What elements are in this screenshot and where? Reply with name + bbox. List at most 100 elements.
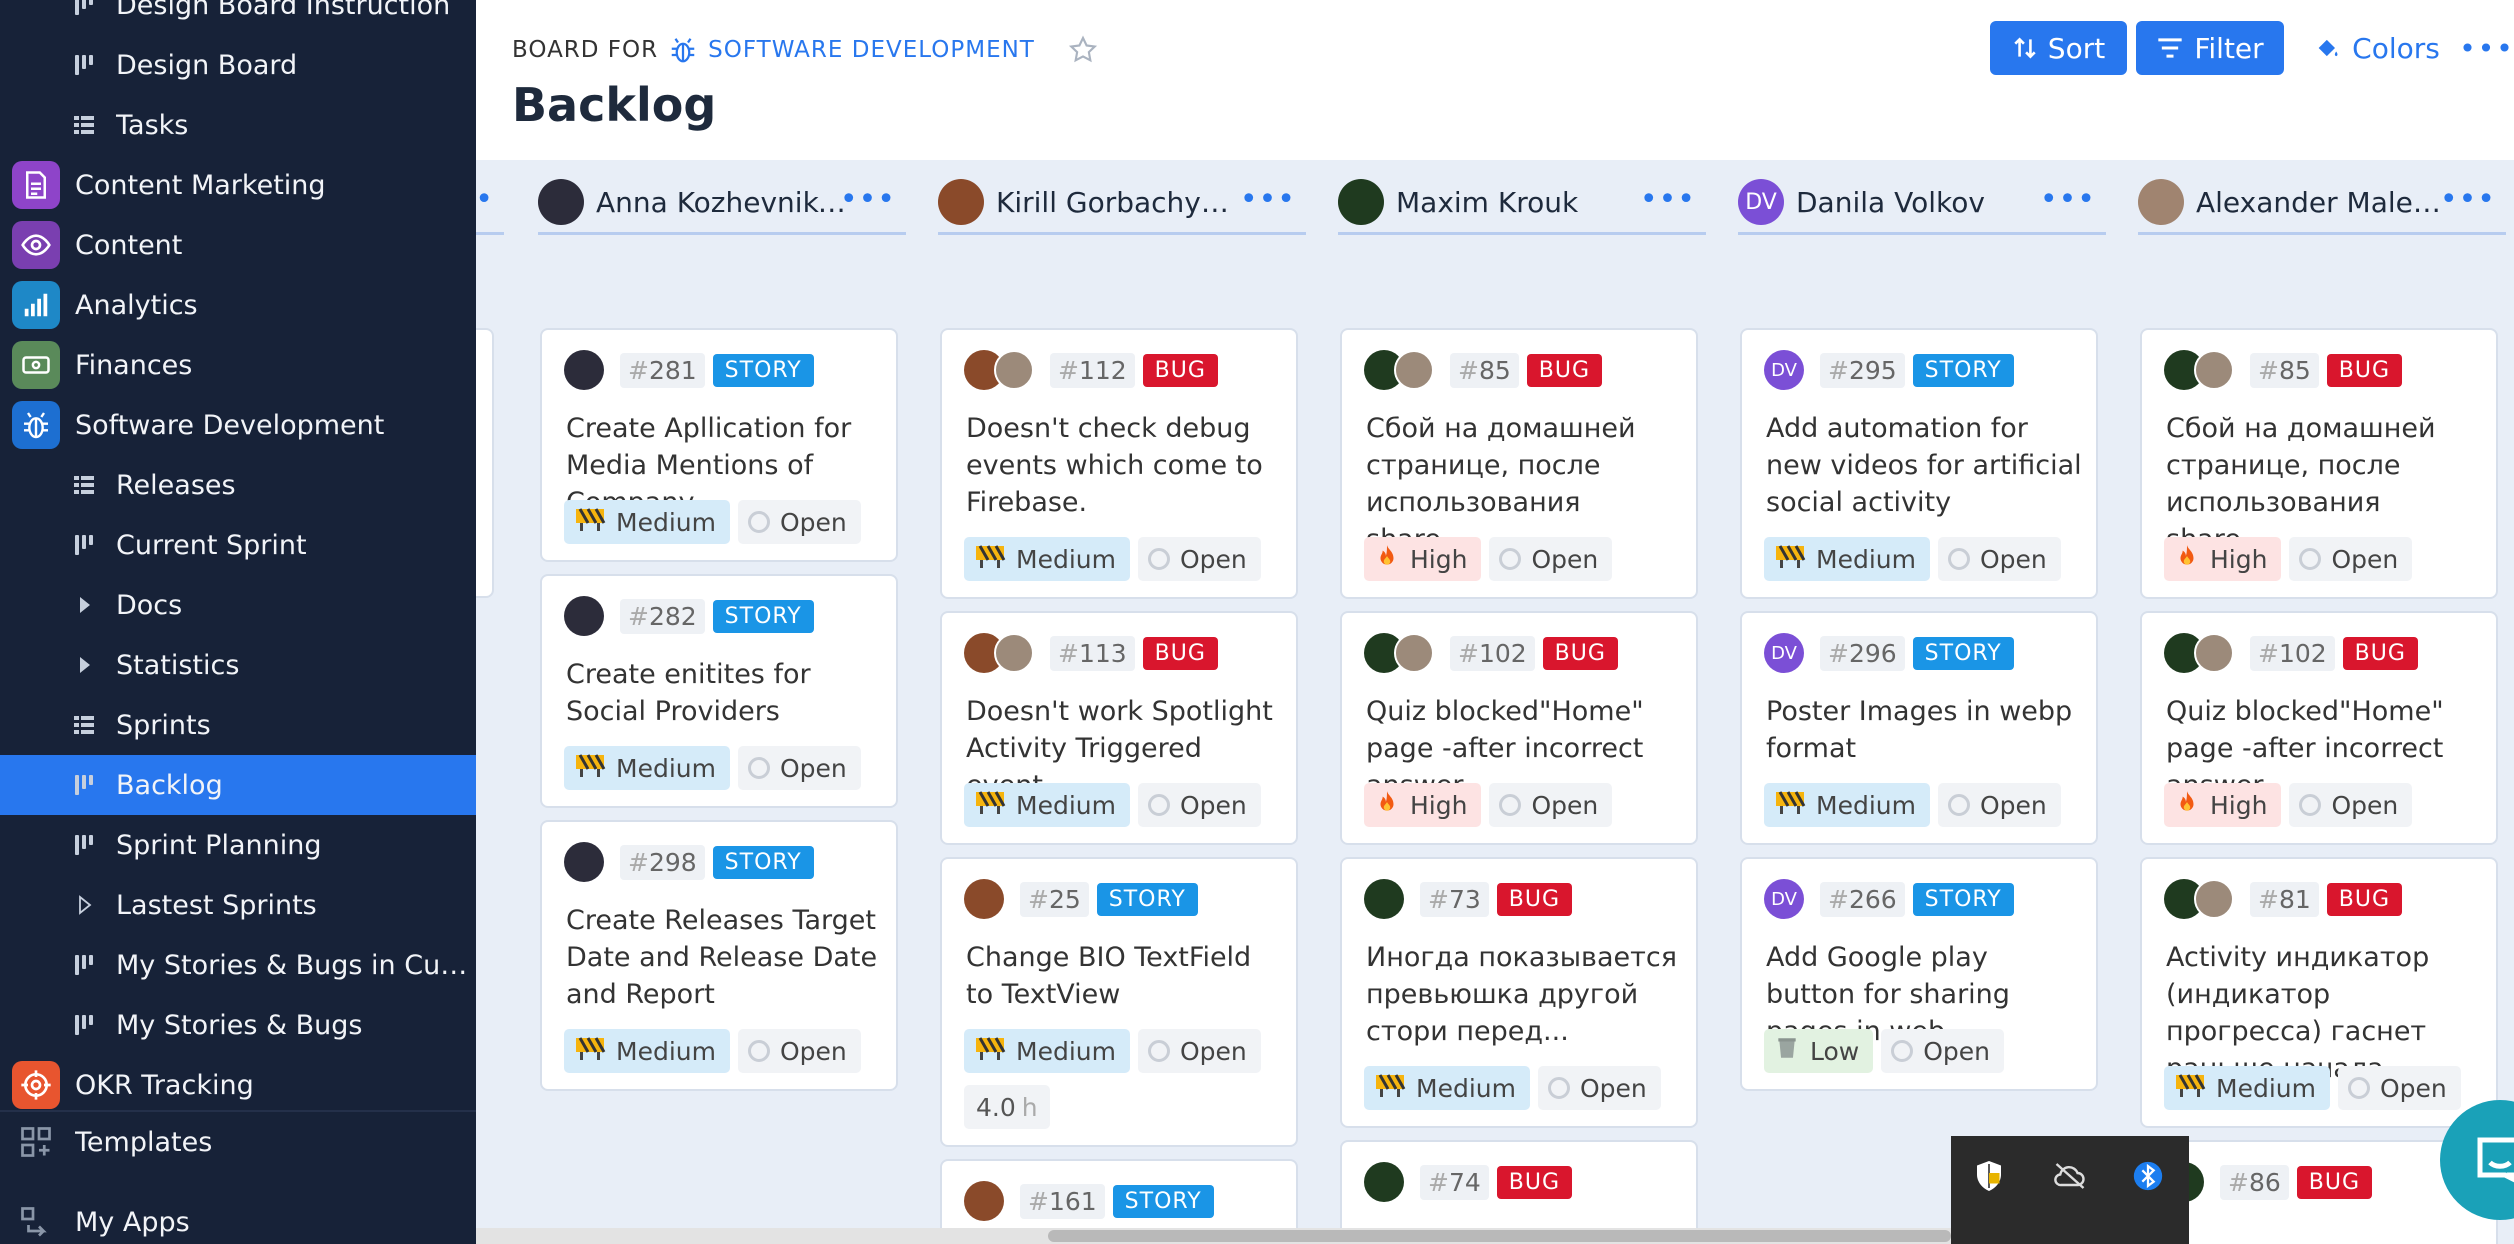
priority-chip[interactable]: High	[1364, 783, 1482, 827]
status-label: Open	[1531, 790, 1599, 820]
column-more-button[interactable]: •••	[2040, 182, 2096, 217]
sidebar-item-releases[interactable]: Releases	[0, 455, 476, 515]
priority-chip[interactable]: Medium	[1764, 783, 1930, 827]
sidebar-item-my-apps[interactable]: My Apps	[0, 1192, 476, 1244]
status-chip[interactable]: Open	[2289, 783, 2413, 827]
sidebar-item-software-development[interactable]: Software Development	[0, 395, 476, 455]
status-chip[interactable]: Open	[1137, 783, 1261, 827]
card[interactable]: DV #296 STORY Poster Images in webp format M…	[1740, 611, 2098, 845]
star-icon[interactable]	[1067, 34, 1099, 66]
card[interactable]: #102 BUG Quiz blocked"Home" page -after in…	[2140, 611, 2498, 845]
column-more-button[interactable]: •••	[1240, 182, 1296, 217]
priority-chip[interactable]: High	[2164, 783, 2282, 827]
card[interactable]: #298 STORY Create Releases Target Date and…	[540, 820, 898, 1091]
colors-button[interactable]: Colors	[2302, 21, 2452, 75]
hash-symbol: #	[1458, 638, 1479, 668]
status-chip[interactable]: Open	[1489, 783, 1613, 827]
priority-chip[interactable]: Medium	[564, 746, 730, 790]
status-label: Open	[1531, 544, 1599, 574]
filter-button[interactable]: Filter	[2136, 21, 2284, 75]
sidebar-item-design-board[interactable]: Design Board	[0, 35, 476, 95]
column-more-button[interactable]: •••	[840, 182, 896, 217]
priority-chip[interactable]: Medium	[1364, 1066, 1530, 1110]
card[interactable]: #73 BUG Иногда показывается превьюшка друг…	[1340, 857, 1698, 1128]
sidebar-item-sprint-planning[interactable]: Sprint Planning	[0, 815, 476, 875]
sidebar-item-content[interactable]: Content	[0, 215, 476, 275]
status-chip[interactable]: Open	[737, 746, 861, 790]
status-chip[interactable]: Open	[1881, 1029, 2005, 1073]
card-chips: Medium Open	[564, 746, 861, 790]
priority-chip[interactable]: Medium	[564, 1029, 730, 1073]
status-chip[interactable]: Open	[1489, 537, 1613, 581]
column-more-button[interactable]: •••	[2440, 182, 2496, 217]
priority-chip[interactable]: Medium	[564, 500, 730, 544]
status-chip[interactable]: Open	[1937, 783, 2061, 827]
card[interactable]: #281 STORY Create Apllication for Media Me…	[540, 328, 898, 562]
card[interactable]: #282 STORY Create enitites for Social Prov…	[540, 574, 898, 808]
priority-chip[interactable]: Medium	[964, 783, 1130, 827]
sidebar-item-backlog[interactable]: Backlog	[0, 755, 476, 815]
card-partial[interactable]	[476, 328, 494, 598]
project-link[interactable]: SOFTWARE DEVELOPMENT	[708, 37, 1035, 63]
more-options-button[interactable]: •••	[2459, 21, 2513, 75]
status-chip[interactable]: Open	[1137, 537, 1261, 581]
sidebar-item-tasks[interactable]: Tasks	[0, 95, 476, 155]
bluetooth-icon[interactable]	[2131, 1158, 2165, 1194]
card-title[interactable]: Create enitites for Social Providers	[566, 656, 882, 730]
priority-chip[interactable]: Low	[1764, 1029, 1874, 1073]
sidebar-item-my-stories-bugs[interactable]: My Stories & Bugs	[0, 995, 476, 1055]
priority-chip[interactable]: Medium	[964, 537, 1130, 581]
sidebar-item-label: Statistics	[116, 649, 240, 681]
card[interactable]: #85 BUG Сбой на домашней странице, после и…	[1340, 328, 1698, 599]
card-title[interactable]: Poster Images in webp format	[1766, 693, 2082, 767]
status-chip[interactable]: Open	[1937, 537, 2061, 581]
shield-icon[interactable]	[1971, 1158, 2007, 1194]
priority-chip[interactable]: Medium	[1764, 537, 1930, 581]
sidebar-item-lastest-sprints[interactable]: Lastest Sprints	[0, 875, 476, 935]
card-title[interactable]: Сбой на домашней странице, после использ…	[1366, 410, 1682, 558]
card[interactable]: DV #266 STORY Add Google play button for sh…	[1740, 857, 2098, 1091]
card[interactable]: #102 BUG Quiz blocked"Home" page -after in…	[1340, 611, 1698, 845]
priority-chip[interactable]: Medium	[964, 1029, 1130, 1073]
sidebar-item-analytics[interactable]: Analytics	[0, 275, 476, 335]
status-chip[interactable]: Open	[1137, 1029, 1261, 1073]
sort-button[interactable]: Sort	[1990, 21, 2127, 75]
sidebar-item-design-board-instruction[interactable]: Design Board Instruction	[0, 0, 476, 35]
card[interactable]: #113 BUG Doesn't work Spotlight Activity T…	[940, 611, 1298, 845]
sidebar-item-content-marketing[interactable]: Content Marketing	[0, 155, 476, 215]
scrollbar-thumb[interactable]	[1048, 1230, 1951, 1242]
status-chip[interactable]: Open	[2289, 537, 2413, 581]
sidebar-item-sprints[interactable]: Sprints	[0, 695, 476, 755]
sidebar-item-docs[interactable]: Docs	[0, 575, 476, 635]
card[interactable]: #112 BUG Doesn't check debug events which …	[940, 328, 1298, 599]
status-chip[interactable]: Open	[737, 500, 861, 544]
card-title[interactable]: Add automation for new videos for artifi…	[1766, 410, 2082, 521]
card-title[interactable]: Change BIO TextField to TextView	[966, 939, 1282, 1013]
priority-chip[interactable]: High	[1364, 537, 1482, 581]
sidebar-item-finances[interactable]: Finances	[0, 335, 476, 395]
sidebar-item-label: OKR Tracking	[75, 1069, 254, 1101]
priority-chip[interactable]: Medium	[2164, 1066, 2330, 1110]
status-chip[interactable]: Open	[1537, 1066, 1661, 1110]
sidebar-item-my-stories-bugs-in-curre[interactable]: My Stories & Bugs in Curre...	[0, 935, 476, 995]
sidebar-item-current-sprint[interactable]: Current Sprint	[0, 515, 476, 575]
card-title[interactable]: Сбой на домашней странице, после использ…	[2166, 410, 2482, 558]
card[interactable]: #85 BUG Сбой на домашней странице, после и…	[2140, 328, 2498, 599]
sidebar-item-okr-tracking[interactable]: OKR Tracking	[0, 1055, 476, 1115]
sidebar-item-statistics[interactable]: Statistics	[0, 635, 476, 695]
status-chip[interactable]: Open	[2337, 1066, 2461, 1110]
sidebar-item-templates[interactable]: Templates	[0, 1112, 476, 1172]
column-more-button[interactable]: •••	[1640, 182, 1696, 217]
cloud-off-icon[interactable]	[2051, 1158, 2089, 1194]
column-more-button[interactable]: •••	[476, 182, 494, 217]
priority-chip[interactable]: High	[2164, 537, 2282, 581]
card[interactable]: #25 STORY Change BIO TextField to TextView…	[940, 857, 1298, 1147]
card[interactable]: #81 BUG Activity индикатор (индикатор прог…	[2140, 857, 2498, 1128]
card[interactable]: DV #295 STORY Add automation for new videos…	[1740, 328, 2098, 599]
card-title[interactable]: Create Releases Target Date and Release …	[566, 902, 882, 1013]
card-title[interactable]: Иногда показывается превьюшка другой сто…	[1366, 939, 1682, 1050]
card-title[interactable]: Doesn't check debug events which come to…	[966, 410, 1282, 521]
status-chip[interactable]: Open	[737, 1029, 861, 1073]
horizontal-scrollbar[interactable]	[476, 1228, 1951, 1244]
card-title[interactable]: Activity индикатор (индикатор прогресса)…	[2166, 939, 2482, 1087]
